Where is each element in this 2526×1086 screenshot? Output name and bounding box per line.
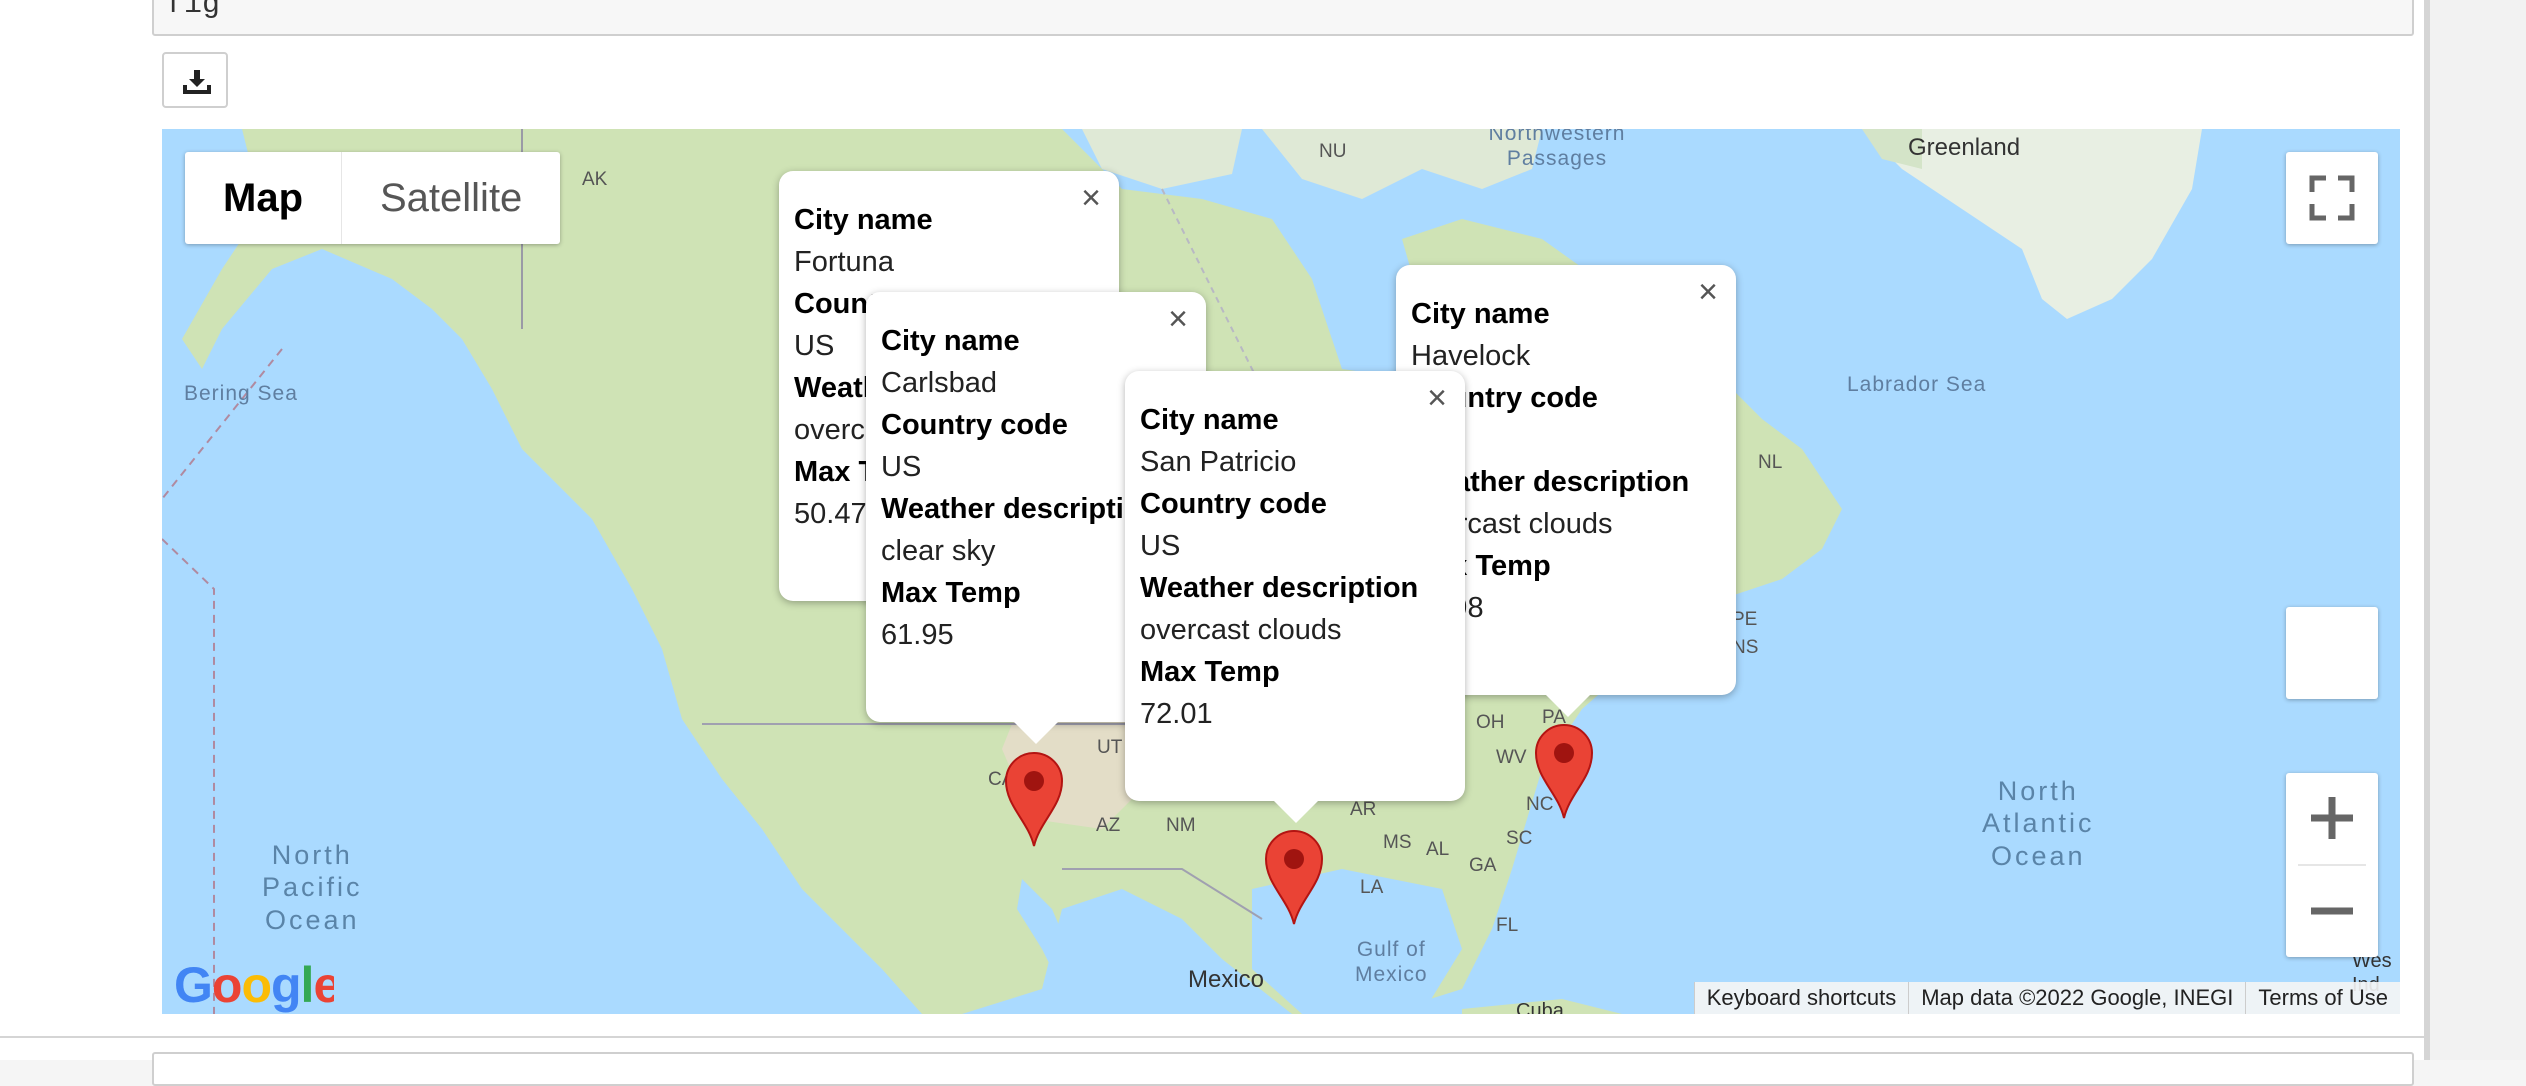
map-canvas[interactable]: Greenland Northwestern Passages Bering S…: [162, 129, 2400, 1014]
city-name-label: City name: [794, 204, 933, 236]
terms-of-use-link[interactable]: Terms of Use: [2245, 982, 2400, 1014]
keyboard-shortcuts-link[interactable]: Keyboard shortcuts: [1693, 982, 1909, 1014]
fullscreen-button[interactable]: [2286, 152, 2378, 244]
info-window[interactable]: × City name San Patricio Country code US…: [1125, 371, 1465, 823]
region-code: SC: [1506, 828, 1533, 849]
city-name-value: Fortuna: [794, 246, 894, 278]
city-name-label: City name: [1140, 404, 1279, 436]
region-code: LA: [1360, 877, 1384, 898]
zoom-in-button[interactable]: [2286, 773, 2378, 863]
map-marker[interactable]: [1534, 723, 1594, 819]
fullscreen-icon: [2309, 175, 2355, 221]
google-logo-mark: Google: [174, 957, 341, 1013]
info-window-tail: [1546, 695, 1590, 717]
label-labrador-sea: Labrador Sea: [1847, 373, 1987, 396]
city-name-value: Havelock: [1411, 340, 1531, 372]
label-bering-sea: Bering Sea: [184, 382, 298, 405]
street-view-control[interactable]: [2286, 607, 2378, 699]
region-code: NU: [1319, 141, 1347, 162]
code-cell[interactable]: fig: [152, 0, 2414, 36]
info-window-tail: [1274, 801, 1318, 823]
plus-icon: [2311, 797, 2353, 839]
code-cell-text: fig: [166, 0, 221, 22]
city-name-label: City name: [881, 325, 1020, 357]
output-divider: [0, 1036, 2426, 1038]
map-marker[interactable]: [1264, 829, 1324, 925]
zoom-out-button[interactable]: [2286, 866, 2378, 956]
close-icon[interactable]: ×: [1168, 302, 1188, 336]
label-gulf-of-mexico: Gulf of Mexico: [1355, 938, 1428, 987]
region-code: AR: [1350, 799, 1377, 820]
label-northwestern-passages: Northwestern Passages: [1488, 129, 1626, 171]
country-code-label: Country code: [1140, 488, 1327, 520]
svg-text:Google: Google: [174, 957, 334, 1013]
region-code: WV: [1496, 747, 1527, 768]
region-code: OH: [1476, 712, 1505, 733]
region-code: AL: [1426, 839, 1450, 860]
label-cuba: Cuba: [1516, 1000, 1564, 1014]
region-code: NL: [1758, 452, 1783, 473]
region-code: MS: [1383, 832, 1412, 853]
region-code: NM: [1166, 815, 1196, 836]
label-north-atlantic: North Atlantic Ocean: [1982, 776, 2095, 871]
map-attribution: Keyboard shortcuts Map data ©2022 Google…: [1693, 982, 2400, 1014]
download-button[interactable]: [162, 52, 228, 108]
map-data-text: Map data ©2022 Google, INEGI: [1908, 982, 2246, 1014]
max-temp-value: 72.01: [1140, 698, 1213, 730]
region-code: AZ: [1096, 815, 1121, 836]
city-name-value: San Patricio: [1140, 446, 1297, 478]
label-north-pacific: North Pacific Ocean: [262, 840, 363, 935]
max-temp-label: Max Temp: [1140, 656, 1280, 688]
country-code-value: US: [1140, 530, 1181, 562]
close-icon[interactable]: ×: [1427, 381, 1447, 415]
close-icon[interactable]: ×: [1698, 275, 1718, 309]
zoom-control[interactable]: [2286, 773, 2378, 957]
map-type-control[interactable]: Map Satellite: [185, 152, 561, 244]
region-code: UT: [1097, 737, 1123, 758]
map-type-map-button[interactable]: Map: [185, 152, 342, 244]
map-marker[interactable]: [1004, 751, 1064, 847]
next-code-cell[interactable]: [152, 1052, 2414, 1086]
label-mexico: Mexico: [1188, 966, 1265, 993]
minus-icon: [2311, 907, 2353, 915]
map-type-satellite-button[interactable]: Satellite: [342, 152, 560, 244]
weather-label: Weather description: [1140, 572, 1419, 604]
right-margin: [2430, 0, 2526, 1060]
close-icon[interactable]: ×: [1081, 181, 1101, 215]
weather-value: overcast clouds: [1140, 614, 1342, 646]
info-window-tail: [1014, 722, 1058, 744]
region-code: FL: [1496, 915, 1519, 936]
download-icon: [183, 70, 211, 94]
city-name-label: City name: [1411, 298, 1550, 330]
region-code: GA: [1469, 855, 1497, 876]
label-greenland: Greenland: [1908, 134, 2021, 161]
region-code: AK: [582, 169, 608, 190]
google-logo[interactable]: Google: [174, 954, 341, 1014]
